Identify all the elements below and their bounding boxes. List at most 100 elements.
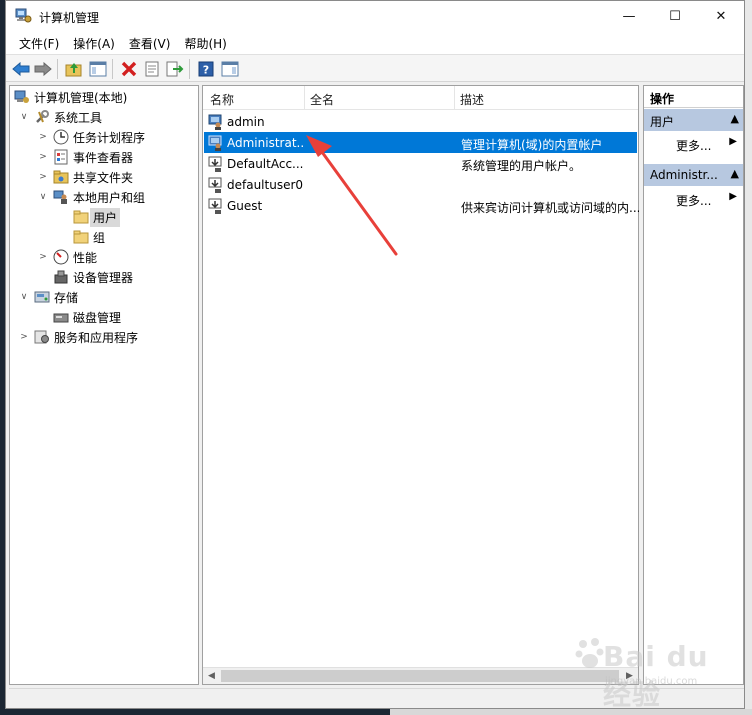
- user-row-admin[interactable]: admin: [204, 111, 637, 132]
- tree-item-event-viewer[interactable]: > 事件查看器: [37, 147, 133, 167]
- tree-item-storage[interactable]: ∨ 存储: [18, 287, 78, 307]
- expand-icon[interactable]: >: [37, 171, 49, 183]
- collapse-icon[interactable]: ∨: [18, 291, 30, 303]
- forward-arrow-icon: [34, 61, 52, 76]
- folder-icon: [73, 210, 89, 224]
- maximize-button[interactable]: ☐: [652, 1, 698, 32]
- help-book-icon: ?: [198, 61, 214, 76]
- expand-icon[interactable]: >: [37, 251, 49, 263]
- action-more-label: 更多...: [676, 139, 712, 153]
- forward-button[interactable]: [33, 59, 53, 78]
- tree-item-local-users-groups[interactable]: ∨ 本地用户和组: [37, 187, 145, 207]
- event-log-icon: [54, 149, 68, 165]
- folder-up-icon: [65, 62, 82, 76]
- column-header-name[interactable]: 名称: [210, 91, 234, 108]
- computer-management-icon: [15, 8, 32, 23]
- column-divider[interactable]: [454, 86, 455, 110]
- tree-item-performance[interactable]: > 性能: [37, 247, 97, 267]
- user-list-pane[interactable]: 名称 全名 描述 admin Administrat... 管理计算机(域)的内…: [202, 85, 639, 685]
- title-bar[interactable]: 计算机管理 — ☐ ✕: [6, 1, 744, 32]
- action-section-users[interactable]: 用户 ▲: [644, 109, 743, 131]
- column-divider[interactable]: [304, 86, 305, 110]
- storage-icon: [34, 291, 50, 303]
- user-description-cell: 系统管理的用户帐户。: [461, 159, 582, 173]
- user-row-guest[interactable]: Guest 供来宾访问计算机或访问域的内...: [204, 195, 639, 216]
- scroll-left-button[interactable]: ◀: [203, 668, 220, 684]
- user-name-cell: DefaultAcc...: [227, 157, 304, 171]
- tree-item-label: 共享文件夹: [73, 170, 134, 185]
- tree-item-services-apps[interactable]: > 服务和应用程序: [18, 327, 138, 347]
- tree-item-system-tools[interactable]: ∨ 系统工具: [18, 107, 102, 127]
- tree-item-label: 事件查看器: [73, 150, 134, 165]
- user-row-defaultaccount[interactable]: DefaultAcc... 系统管理的用户帐户。: [204, 153, 637, 174]
- minimize-button[interactable]: —: [606, 1, 652, 32]
- tree-item-groups[interactable]: 组: [57, 227, 105, 247]
- show-hide-action-pane-button[interactable]: [220, 59, 240, 78]
- tree-item-shared-folders[interactable]: > 共享文件夹: [37, 167, 133, 187]
- close-button[interactable]: ✕: [698, 1, 744, 32]
- menu-view[interactable]: 查看(V): [122, 32, 178, 54]
- actions-title: 操作: [644, 86, 743, 108]
- up-level-button[interactable]: [64, 59, 84, 78]
- user-name-cell: defaultuser0: [227, 178, 304, 192]
- collapse-caret-icon[interactable]: ▲: [731, 167, 739, 180]
- scrollbar-thumb[interactable]: [221, 670, 619, 682]
- horizontal-scrollbar[interactable]: ◀ ▶: [203, 667, 638, 684]
- user-row-defaultuser0[interactable]: defaultuser0: [204, 174, 637, 195]
- collapse-icon[interactable]: ∨: [18, 111, 30, 123]
- delete-x-icon: [121, 61, 137, 76]
- user-description-cell: 供来宾访问计算机或访问域的内...: [461, 201, 639, 215]
- toolbar: ?: [6, 54, 744, 82]
- tree-expander-empty: [57, 211, 69, 223]
- console-tree-icon: [89, 61, 107, 76]
- action-more-label: 更多...: [676, 194, 712, 208]
- user-account-icon: [208, 114, 222, 130]
- expand-icon[interactable]: >: [37, 131, 49, 143]
- action-more-users[interactable]: 更多... ▶: [644, 132, 743, 154]
- action-section-administrator[interactable]: Administr... ▲: [644, 164, 743, 186]
- tree-item-device-manager[interactable]: 设备管理器: [37, 267, 133, 287]
- menu-help[interactable]: 帮助(H): [177, 32, 233, 54]
- help-button[interactable]: ?: [196, 59, 216, 78]
- tree-expander-empty: [57, 231, 69, 243]
- menu-bar: 文件(F) 操作(A) 查看(V) 帮助(H): [6, 32, 744, 54]
- expand-icon[interactable]: >: [37, 151, 49, 163]
- services-icon: [34, 330, 49, 344]
- user-description-cell: 管理计算机(域)的内置帐户: [461, 138, 603, 152]
- user-name-cell: Guest: [227, 199, 263, 213]
- export-list-button[interactable]: [165, 59, 185, 78]
- console-tree-pane[interactable]: 计算机管理(本地) ∨ 系统工具 > 任务计划程序 > 事件查看器 > 共享文件…: [9, 85, 199, 685]
- tree-item-label: 磁盘管理: [73, 310, 122, 325]
- clock-icon: [53, 129, 69, 145]
- user-row-administrator[interactable]: Administrat... 管理计算机(域)的内置帐户: [204, 132, 637, 153]
- tools-icon: [36, 110, 49, 123]
- column-header-fullname[interactable]: 全名: [310, 91, 334, 108]
- show-hide-tree-button[interactable]: [88, 59, 108, 78]
- expand-icon[interactable]: >: [18, 331, 30, 343]
- computer-management-icon: [14, 90, 29, 103]
- maximize-icon: ☐: [669, 9, 681, 24]
- svg-text:?: ?: [203, 63, 209, 76]
- collapse-icon[interactable]: ∨: [37, 191, 49, 203]
- performance-gauge-icon: [53, 249, 69, 265]
- menu-file[interactable]: 文件(F): [12, 32, 66, 54]
- user-account-icon: [208, 135, 222, 151]
- export-icon: [166, 61, 184, 76]
- tree-item-label: 任务计划程序: [73, 130, 146, 145]
- menu-action[interactable]: 操作(A): [66, 32, 122, 54]
- action-more-administrator[interactable]: 更多... ▶: [644, 187, 743, 209]
- tree-item-root[interactable]: 计算机管理(本地): [14, 87, 127, 107]
- delete-button[interactable]: [119, 59, 139, 78]
- tree-item-users[interactable]: 用户: [57, 207, 121, 227]
- tree-item-disk-management[interactable]: 磁盘管理: [37, 307, 121, 327]
- tree-item-label: 本地用户和组: [73, 190, 146, 205]
- tree-item-label: 系统工具: [54, 110, 103, 125]
- disabled-user-account-icon: [208, 156, 222, 172]
- tree-item-task-scheduler[interactable]: > 任务计划程序: [37, 127, 145, 147]
- collapse-caret-icon[interactable]: ▲: [731, 112, 739, 125]
- column-header-description[interactable]: 描述: [460, 91, 484, 108]
- properties-button[interactable]: [142, 59, 162, 78]
- back-button[interactable]: [11, 59, 31, 78]
- action-section-label: 用户: [650, 115, 675, 129]
- minimize-icon: —: [622, 9, 636, 24]
